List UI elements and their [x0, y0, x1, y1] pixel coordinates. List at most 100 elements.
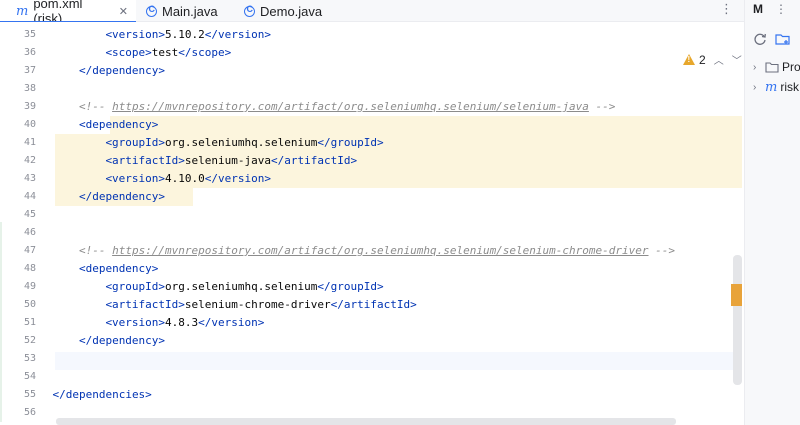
code-line[interactable]: <artifactId>selenium-chrome-driver</arti… — [105, 296, 416, 314]
editor-tab-bar: m pom.xml (risk) ✕ Main.java Demo.java ⋮ — [0, 0, 744, 26]
folder-icon — [765, 62, 779, 73]
scrollbar-warning-marker[interactable] — [731, 284, 742, 306]
xml-comment: <!-- https://mvnrepository.com/artifact/… — [79, 100, 615, 113]
line-number: 38 — [23, 83, 36, 94]
more-vertical-icon[interactable]: ⋮ — [720, 2, 733, 17]
comment-end: --> — [648, 244, 676, 257]
chevron-down-icon[interactable]: ﹀ — [732, 52, 742, 67]
line-number: 40 — [23, 119, 36, 130]
chevron-right-icon[interactable]: › — [753, 82, 765, 93]
xml-open-tag: <artifactId> — [105, 154, 185, 167]
code-line[interactable]: <groupId>org.seleniumhq.selenium</groupI… — [105, 278, 383, 296]
code-line[interactable]: <!-- https://mvnrepository.com/artifact/… — [79, 98, 615, 116]
xml-close-tag: </version> — [198, 316, 265, 329]
tree-item-project[interactable]: › Pro — [753, 59, 800, 75]
xml-text: test — [151, 46, 179, 59]
line-number: 46 — [23, 227, 36, 238]
xml-open-tag: </dependency> — [78, 334, 166, 347]
line-number: 45 — [23, 209, 36, 220]
tab-pom-xml[interactable]: m pom.xml (risk) ✕ — [0, 0, 136, 26]
code-line[interactable]: <dependency> — [79, 260, 158, 278]
xml-text: selenium-chrome-driver — [184, 298, 331, 311]
line-number: 44 — [23, 191, 36, 202]
line-number: 55 — [23, 389, 36, 400]
warning-icon — [683, 54, 695, 65]
xml-close-tag: </version> — [204, 172, 272, 185]
line-number: 51 — [23, 317, 36, 328]
xml-close-tag: </groupId> — [317, 280, 384, 293]
add-folder-icon[interactable] — [775, 32, 791, 46]
line-number: 43 — [23, 173, 36, 184]
xml-close-tag: </artifactId> — [330, 298, 417, 311]
inspection-widget[interactable]: 2 ︿ ﹀ — [683, 52, 742, 67]
xml-open-tag: <version> — [105, 316, 166, 329]
code-line[interactable]: </dependency> — [79, 188, 165, 206]
more-vertical-icon[interactable]: ⋮ — [775, 2, 787, 16]
xml-text: 4.10.0 — [165, 172, 205, 185]
current-line-highlight — [55, 352, 742, 370]
maven-m-icon: m — [765, 79, 778, 95]
xml-open-tag: <groupId> — [105, 280, 166, 293]
vertical-scrollbar[interactable] — [733, 255, 742, 385]
xml-open-tag: <artifactId> — [105, 298, 185, 311]
comment-start: <!-- — [78, 100, 113, 113]
code-line[interactable]: <scope>test</scope> — [105, 44, 231, 62]
comment-link[interactable]: https://mvnrepository.com/artifact/org.s… — [112, 244, 648, 257]
line-number: 54 — [23, 371, 36, 382]
xml-comment: <!-- https://mvnrepository.com/artifact/… — [79, 244, 675, 257]
tree-item-risk[interactable]: › m risk — [753, 79, 799, 95]
xml-text: org.seleniumhq.selenium — [165, 280, 318, 293]
maven-m-icon: m — [16, 3, 29, 19]
xml-open-tag: <dependency> — [78, 262, 159, 275]
code-line[interactable]: <version>4.8.3</version> — [105, 314, 264, 332]
xml-text: 4.8.3 — [165, 316, 199, 329]
xml-text: 5.10.2 — [165, 28, 205, 41]
chevron-right-icon[interactable]: › — [753, 62, 765, 73]
code-line[interactable]: <groupId>org.seleniumhq.selenium</groupI… — [105, 134, 383, 152]
project-side-panel: M ⋮ › Pro › m risk — [745, 0, 800, 425]
comment-link[interactable]: https://mvnrepository.com/artifact/org.s… — [112, 100, 589, 113]
code-line[interactable]: </dependencies> — [52, 386, 151, 404]
line-number: 49 — [23, 281, 36, 292]
tree-item-label: risk — [780, 80, 799, 94]
xml-open-tag: <scope> — [105, 46, 152, 59]
line-number: 50 — [23, 299, 36, 310]
java-class-icon — [244, 4, 255, 17]
chevron-up-icon[interactable]: ︿ — [714, 52, 724, 67]
code-line[interactable]: </dependency> — [79, 62, 165, 80]
line-number: 41 — [23, 137, 36, 148]
code-editor[interactable]: 35 36 37 38 39 40 41 42 43 44 45 46 47 48 49 50 51 52 53 54… — [0, 22, 744, 425]
line-number: 36 — [23, 47, 36, 58]
tree-item-label: Pro — [782, 60, 800, 74]
xml-open-tag: </dependencies> — [52, 388, 152, 401]
line-number: 42 — [23, 155, 36, 166]
warning-count: 2 — [699, 52, 706, 67]
code-line[interactable]: <!-- https://mvnrepository.com/artifact/… — [79, 242, 675, 260]
xml-open-tag: <version> — [105, 172, 166, 185]
xml-text: org.seleniumhq.selenium — [165, 136, 318, 149]
horizontal-scrollbar[interactable] — [56, 418, 676, 425]
line-number: 47 — [23, 245, 36, 256]
code-line[interactable]: </dependency> — [79, 332, 165, 350]
xml-open-tag: <version> — [105, 28, 166, 41]
maven-panel-title: M — [753, 2, 763, 16]
code-line[interactable]: <version>4.10.0</version> — [105, 170, 271, 188]
comment-end: --> — [588, 100, 616, 113]
tab-demo-java[interactable]: Demo.java — [238, 0, 328, 22]
line-number: 39 — [23, 101, 36, 112]
code-line[interactable]: <artifactId>selenium-java</artifactId> — [105, 152, 357, 170]
tab-main-java[interactable]: Main.java — [140, 0, 224, 22]
refresh-icon[interactable] — [753, 32, 767, 46]
line-number: 52 — [23, 335, 36, 346]
code-line[interactable]: <version>5.10.2</version> — [105, 26, 271, 44]
xml-open-tag: <dependency> — [78, 118, 159, 131]
close-icon[interactable]: ✕ — [119, 5, 128, 18]
xml-close-tag: </groupId> — [317, 136, 384, 149]
line-number: 37 — [23, 65, 36, 76]
line-number: 35 — [23, 29, 36, 40]
java-class-icon — [146, 4, 157, 17]
xml-text: selenium-java — [184, 154, 272, 167]
xml-close-tag: </artifactId> — [271, 154, 358, 167]
code-line[interactable]: <dependency> — [79, 116, 158, 134]
line-number: 56 — [23, 407, 36, 418]
